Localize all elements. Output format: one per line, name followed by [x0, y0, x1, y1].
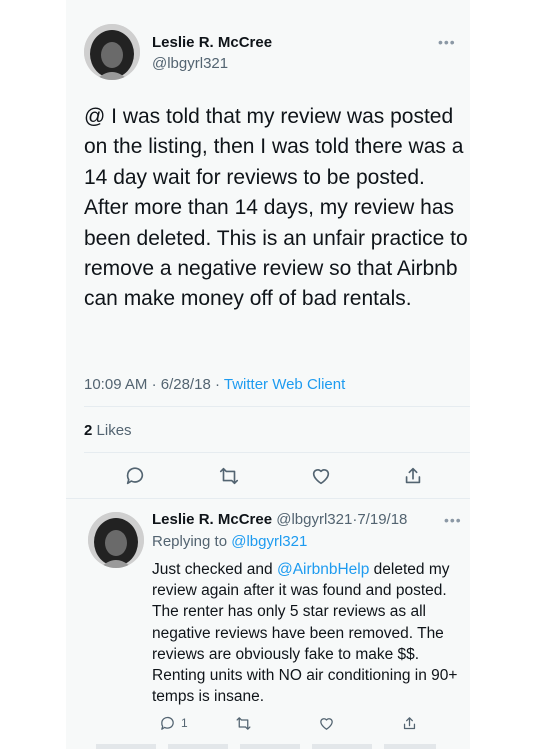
replying-prefix: Replying to	[152, 533, 228, 550]
reply-header: Leslie R. McCree @lbgyrl321·7/19/18	[152, 511, 407, 528]
avatar-photo	[84, 24, 140, 80]
mention-link[interactable]: @AirbnbHelp	[277, 561, 369, 578]
meta-separator: ·	[214, 376, 220, 393]
reply-author-handle[interactable]: @lbgyrl321	[276, 511, 352, 528]
replying-to-link[interactable]: @lbgyrl321	[231, 533, 307, 550]
share-button[interactable]	[396, 710, 422, 736]
reply-icon	[126, 467, 144, 485]
reply-text-end: deleted my review again after it was fou…	[152, 561, 458, 706]
tweet-date[interactable]: 6/28/18	[161, 376, 211, 393]
tweet-metadata: 10:09 AM · 6/28/18 · Twitter Web Client	[84, 376, 345, 393]
reply-text: Just checked and @AirbnbHelp deleted my …	[152, 559, 462, 707]
like-icon	[319, 717, 333, 730]
share-icon	[405, 467, 421, 484]
reply-icon	[160, 716, 174, 730]
reply-author-name[interactable]: Leslie R. McCree	[152, 511, 272, 528]
author-handle[interactable]: @lbgyrl321	[152, 55, 228, 72]
next-tweet-edge	[96, 744, 436, 749]
divider	[84, 406, 470, 407]
share-button[interactable]	[400, 463, 426, 489]
retweet-button[interactable]	[230, 710, 256, 736]
tweet-text: @ I was told that my review was posted o…	[84, 105, 468, 311]
divider	[66, 498, 470, 499]
reply-button[interactable]	[122, 463, 148, 489]
like-button[interactable]	[308, 463, 334, 489]
more-options-icon[interactable]: •••	[438, 35, 456, 49]
likes-number: 2	[84, 422, 93, 439]
like-button[interactable]	[313, 710, 339, 736]
retweet-icon	[219, 467, 239, 485]
like-icon	[312, 469, 330, 485]
reply-date[interactable]: 7/19/18	[357, 511, 407, 528]
avatar[interactable]	[88, 512, 144, 568]
more-options-icon[interactable]: •••	[444, 513, 462, 527]
reply-text-start: Just checked and	[152, 561, 277, 578]
share-icon	[403, 716, 415, 729]
reply-button[interactable]	[154, 710, 180, 736]
likes-count[interactable]: 2 Likes	[84, 422, 132, 439]
likes-label: Likes	[96, 422, 132, 439]
replying-to: Replying to @lbgyrl321	[152, 533, 307, 550]
meta-separator: ·	[151, 376, 157, 393]
tweet-client-link[interactable]: Twitter Web Client	[224, 376, 345, 393]
retweet-button[interactable]	[216, 463, 242, 489]
avatar-photo	[88, 512, 144, 568]
divider	[84, 452, 470, 453]
retweet-icon	[235, 716, 251, 730]
author-name[interactable]: Leslie R. McCree	[152, 34, 272, 51]
tweet-time[interactable]: 10:09 AM	[84, 376, 147, 393]
reply-count: 1	[181, 716, 188, 730]
avatar[interactable]	[84, 24, 140, 80]
